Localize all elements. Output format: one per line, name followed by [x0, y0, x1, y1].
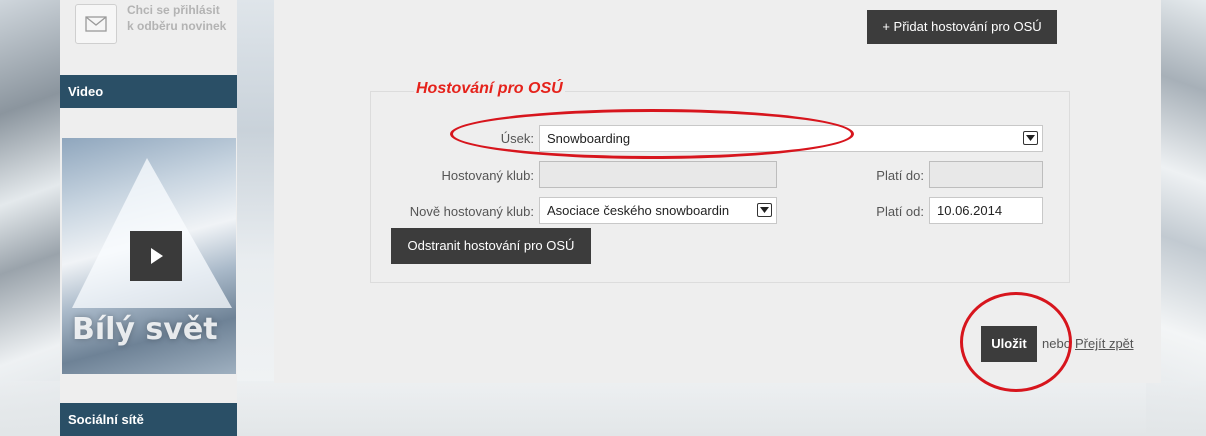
social-header: Sociální sítě: [60, 403, 237, 436]
newsletter-line-1: Chci se přihlásit: [127, 3, 220, 17]
hostovany-klub-label: Hostovaný klub:: [441, 168, 535, 183]
hostovany-klub-field: [539, 161, 777, 188]
plati-do-field: [929, 161, 1043, 188]
remove-guest-button[interactable]: Odstranit hostování pro OSÚ: [391, 228, 591, 264]
form-title: Hostování pro OSÚ: [414, 80, 565, 98]
mail-icon[interactable]: [75, 4, 117, 44]
newsletter-signup[interactable]: Chci se přihlásit k odběru novinek: [75, 0, 235, 48]
play-icon[interactable]: [130, 231, 182, 281]
video-title: Bílý svět: [72, 312, 218, 347]
annotation-circle-usek: [450, 109, 854, 159]
chevron-down-icon[interactable]: [1023, 131, 1038, 145]
sidebar: Chci se přihlásit k odběru novinek Video…: [60, 0, 237, 436]
nove-hostovany-klub-label: Nově hostovaný klub:: [409, 204, 534, 219]
nove-hostovany-klub-select[interactable]: Asociace českého snowboardin: [539, 197, 777, 224]
background-left: [0, 0, 60, 436]
video-header: Video: [60, 75, 237, 108]
annotation-circle-save: [960, 292, 1072, 392]
chevron-down-icon[interactable]: [757, 203, 772, 217]
newsletter-text[interactable]: Chci se přihlásit k odběru novinek: [127, 2, 237, 34]
video-thumbnail[interactable]: Bílý svět: [62, 138, 236, 374]
nove-hostovany-klub-value: Asociace českého snowboardin: [547, 203, 730, 218]
plati-od-label: Platí od:: [876, 204, 924, 219]
newsletter-line-2: k odběru novinek: [127, 19, 227, 33]
plati-do-label: Platí do:: [876, 168, 924, 183]
add-guest-button[interactable]: + Přidat hostování pro OSÚ: [867, 10, 1057, 44]
back-link[interactable]: Přejít zpět: [1075, 336, 1134, 351]
plati-od-input[interactable]: 10.06.2014: [929, 197, 1043, 224]
